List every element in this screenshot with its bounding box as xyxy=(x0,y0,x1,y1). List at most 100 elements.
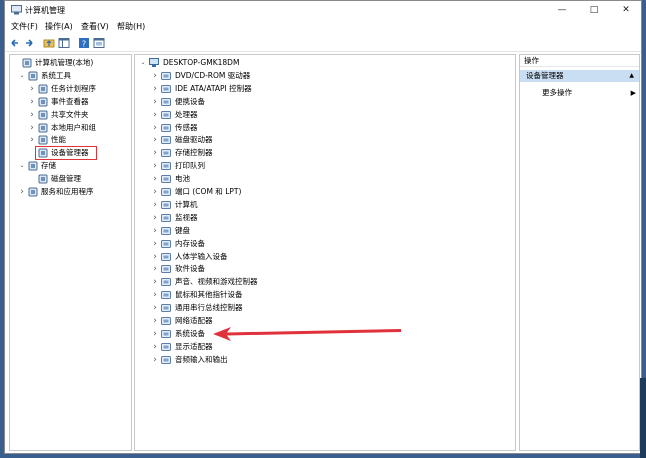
chevron-right-icon[interactable]: › xyxy=(151,109,159,121)
device-category-label: 内存设备 xyxy=(175,238,205,248)
tree-item-label: 存储 xyxy=(41,161,56,171)
chevron-right-icon[interactable]: › xyxy=(151,83,159,95)
computer-management-window: 计算机管理 — □ ✕ 文件(F) 操作(A) 查看(V) 帮助(H) ? 计算… xyxy=(4,0,642,454)
chevron-right-icon[interactable]: › xyxy=(151,263,159,275)
battery-icon xyxy=(161,175,171,184)
tree-item-label: 计算机管理(本地) xyxy=(35,58,94,67)
device-category-label: 监视器 xyxy=(175,212,198,222)
menu-help[interactable]: 帮助(H) xyxy=(117,21,145,32)
chevron-right-icon[interactable]: › xyxy=(151,238,159,250)
tree-item-label: 本地用户和组 xyxy=(51,122,96,132)
processor-icon xyxy=(161,110,171,119)
device-category-label: 计算机 xyxy=(175,199,198,209)
software-device-icon xyxy=(161,265,171,274)
chevron-right-icon[interactable]: › xyxy=(151,354,159,366)
tools-icon xyxy=(28,71,38,81)
sensor-icon xyxy=(161,123,171,132)
tree-item-label: 磁盘管理 xyxy=(51,174,81,184)
chevron-right-icon[interactable]: › xyxy=(151,328,159,340)
tree-item-label: 任务计划程序 xyxy=(51,83,96,93)
chevron-right-icon[interactable]: › xyxy=(151,173,159,185)
storage-icon xyxy=(28,161,38,171)
device-category-label: 键盘 xyxy=(175,225,190,235)
computer-icon xyxy=(161,200,171,209)
chevron-right-icon[interactable]: › xyxy=(151,276,159,288)
monitor-icon xyxy=(161,213,171,222)
chevron-right-icon[interactable]: › xyxy=(151,199,159,211)
desktop-computer-icon xyxy=(149,58,159,67)
close-button[interactable]: ✕ xyxy=(611,1,641,19)
tree-item-label: 事件查看器 xyxy=(51,96,89,106)
network-icon xyxy=(161,317,171,325)
shared-folder-icon xyxy=(38,110,48,120)
dvd-icon xyxy=(161,71,171,80)
event-viewer-icon xyxy=(38,97,48,107)
chevron-down-icon[interactable]: ⌄ xyxy=(18,160,26,172)
chevron-down-icon[interactable]: ⌄ xyxy=(139,57,147,69)
device-category-label: IDE ATA/ATAPI 控制器 xyxy=(175,83,252,93)
ide-icon xyxy=(161,84,171,93)
chevron-right-icon[interactable]: › xyxy=(151,70,159,82)
chevron-right-icon[interactable]: › xyxy=(151,341,159,353)
tree-item-label: 系统工具 xyxy=(41,70,71,80)
chevron-right-icon[interactable]: › xyxy=(151,134,159,146)
chevron-right-icon[interactable]: › xyxy=(151,212,159,224)
chevron-right-icon[interactable]: › xyxy=(151,225,159,237)
properties-icon[interactable] xyxy=(93,37,105,49)
chevron-right-icon[interactable]: › xyxy=(151,302,159,314)
chevron-right-icon[interactable]: › xyxy=(28,83,36,95)
forward-icon[interactable] xyxy=(23,37,35,49)
device-root-label: DESKTOP-GMK18DM xyxy=(163,58,240,67)
services-icon xyxy=(28,187,38,197)
chevron-right-icon[interactable]: › xyxy=(28,96,36,108)
device-category-label: 电池 xyxy=(175,174,190,184)
collapse-up-icon[interactable]: ▲ xyxy=(629,70,634,82)
menu-file[interactable]: 文件(F) xyxy=(11,21,38,32)
storage-controller-icon xyxy=(161,149,171,158)
clock-icon xyxy=(38,84,48,94)
chevron-right-icon[interactable]: › xyxy=(151,160,159,172)
tree-item-label: 性能 xyxy=(51,135,66,145)
performance-icon xyxy=(38,135,48,145)
device-category-label: 人体学输入设备 xyxy=(175,251,228,261)
device-category-label: 端口 (COM 和 LPT) xyxy=(175,187,242,196)
submenu-arrow-icon[interactable]: ▶ xyxy=(631,87,636,99)
device-category-label: 打印队列 xyxy=(175,161,205,171)
chevron-down-icon[interactable]: ⌄ xyxy=(18,70,26,82)
chevron-right-icon[interactable]: › xyxy=(151,186,159,198)
chevron-right-icon[interactable]: › xyxy=(151,289,159,301)
chevron-right-icon[interactable]: › xyxy=(151,315,159,327)
disk-management-icon xyxy=(38,174,48,184)
device-category-label: 音频输入和输出 xyxy=(175,354,228,364)
disk-drive-icon xyxy=(161,136,171,145)
maximize-button[interactable]: □ xyxy=(579,1,609,19)
chevron-right-icon[interactable]: › xyxy=(151,251,159,263)
menu-view[interactable]: 查看(V) xyxy=(81,21,109,32)
computer-management-app-icon xyxy=(11,5,22,15)
more-actions-item[interactable]: 更多操作 xyxy=(542,87,572,99)
menu-action[interactable]: 操作(A) xyxy=(45,21,73,32)
minimize-button[interactable]: — xyxy=(547,1,577,19)
chevron-right-icon[interactable]: › xyxy=(151,96,159,108)
chevron-right-icon[interactable]: › xyxy=(151,147,159,159)
show-hide-tree-icon[interactable] xyxy=(58,37,70,49)
actions-header: 操作 xyxy=(520,55,639,67)
device-category-label: 处理器 xyxy=(175,109,198,119)
chevron-right-icon[interactable]: › xyxy=(151,122,159,134)
chevron-right-icon[interactable]: › xyxy=(28,109,36,121)
device-category-label: 通用串行总线控制器 xyxy=(175,303,243,313)
chevron-right-icon[interactable]: › xyxy=(28,134,36,146)
back-icon[interactable] xyxy=(9,37,21,49)
chevron-right-icon[interactable]: › xyxy=(28,122,36,134)
menu-bar: 文件(F) 操作(A) 查看(V) 帮助(H) xyxy=(5,19,641,33)
device-manager-highlight xyxy=(35,146,97,161)
mouse-icon xyxy=(161,291,171,300)
device-category-label: DVD/CD-ROM 驱动器 xyxy=(175,70,251,80)
actions-section-title[interactable]: 设备管理器 ▲ xyxy=(520,70,639,82)
up-folder-icon[interactable] xyxy=(43,37,55,49)
system-device-icon xyxy=(161,329,171,338)
chevron-right-icon[interactable]: › xyxy=(18,186,26,198)
keyboard-icon xyxy=(161,226,171,235)
help-icon[interactable]: ? xyxy=(78,37,90,49)
